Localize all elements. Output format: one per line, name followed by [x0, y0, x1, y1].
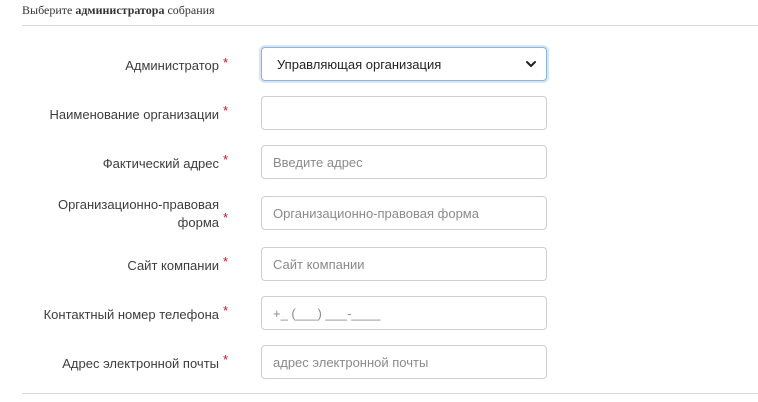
address-input[interactable]	[261, 145, 547, 179]
chevron-down-icon	[526, 61, 536, 67]
website-required-mark: *	[223, 254, 229, 269]
phone-input[interactable]	[261, 296, 547, 330]
legal-form-label-line2: форма	[177, 215, 219, 230]
administrator-required-mark: *	[223, 55, 229, 70]
org-name-label: Наименование организации	[49, 107, 219, 122]
email-label: Адрес электронной почты	[62, 356, 219, 371]
website-label: Сайт компании	[127, 258, 219, 273]
phone-label: Контактный номер телефона	[43, 307, 219, 322]
address-label: Фактический адрес	[102, 156, 219, 171]
legal-form-input[interactable]	[261, 196, 547, 230]
divider-bottom	[22, 393, 758, 394]
org-name-required-mark: *	[223, 103, 229, 118]
administrator-label: Администратор	[125, 58, 219, 73]
header-suffix: собрания	[164, 3, 215, 17]
address-required-mark: *	[223, 152, 229, 167]
org-name-input[interactable]	[261, 96, 547, 130]
legal-form-label: Организационно-правовая форма	[19, 196, 219, 232]
email-required-mark: *	[223, 352, 229, 367]
phone-required-mark: *	[223, 303, 229, 318]
header-bold: администратора	[75, 3, 165, 17]
divider-top	[22, 25, 758, 26]
legal-form-label-line1: Организационно-правовая	[57, 197, 219, 212]
header-prefix: Выберите	[22, 3, 76, 17]
legal-form-required-mark: *	[223, 210, 229, 225]
section-header: Выберите администратора собрания	[22, 3, 215, 18]
website-input[interactable]	[261, 247, 547, 281]
administrator-select[interactable]: Управляющая организация	[261, 47, 547, 81]
administrator-select-value: Управляющая организация	[277, 56, 442, 72]
email-input[interactable]	[261, 345, 547, 379]
